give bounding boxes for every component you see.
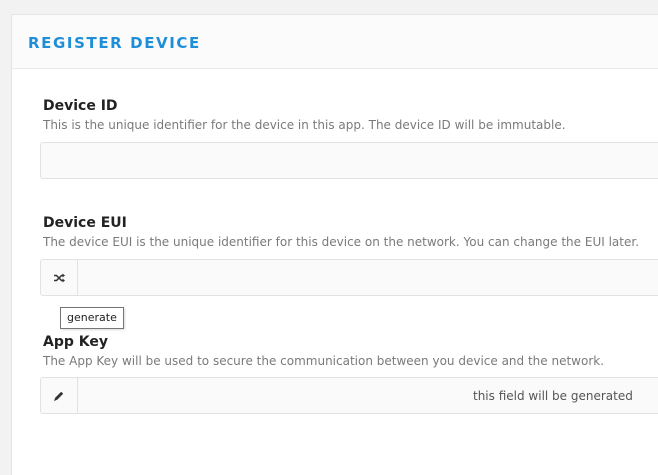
generate-eui-button[interactable] bbox=[41, 260, 78, 295]
device-id-description: This is the unique identifier for the de… bbox=[43, 118, 566, 132]
device-id-field: Device ID This is the unique identifier … bbox=[43, 98, 566, 133]
device-id-label: Device ID bbox=[43, 98, 118, 114]
device-eui-description: The device EUI is the unique identifier … bbox=[43, 235, 640, 249]
device-id-input[interactable] bbox=[41, 143, 658, 178]
edit-app-key-button[interactable] bbox=[41, 378, 78, 413]
device-eui-input[interactable] bbox=[78, 260, 658, 295]
app-key-description: The App Key will be used to secure the c… bbox=[43, 354, 605, 368]
device-eui-input-wrapper bbox=[40, 259, 658, 296]
device-id-input-wrapper bbox=[40, 142, 658, 179]
app-key-placeholder: this field will be generated bbox=[473, 389, 633, 403]
panel-header: REGISTER DEVICE bbox=[12, 15, 658, 69]
shuffle-icon bbox=[53, 273, 65, 282]
device-eui-field: Device EUI The device EUI is the unique … bbox=[43, 215, 639, 250]
pencil-icon bbox=[54, 391, 64, 401]
app-key-input-wrapper: this field will be generated bbox=[40, 377, 658, 414]
app-key-label: App Key bbox=[43, 334, 108, 350]
app-key-field: App Key The App Key will be used to secu… bbox=[43, 334, 604, 369]
device-eui-label: Device EUI bbox=[43, 215, 127, 231]
generate-tooltip: generate bbox=[60, 307, 124, 329]
page-title: REGISTER DEVICE bbox=[28, 34, 201, 52]
